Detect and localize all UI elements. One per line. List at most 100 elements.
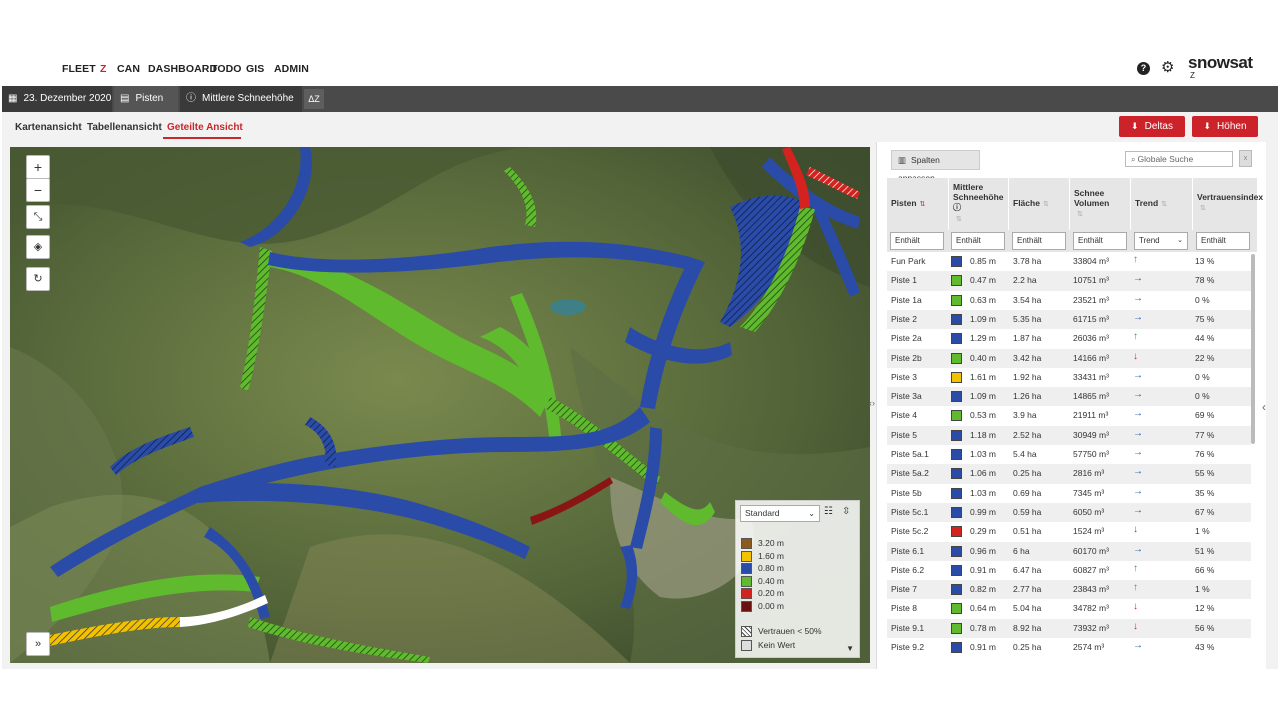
filter-schneehoehe[interactable]: Enthält xyxy=(951,232,1005,250)
pisten-selector[interactable]: ▤ Pisten xyxy=(114,86,178,112)
sliders-icon[interactable]: ☷ xyxy=(824,506,833,517)
table-row[interactable]: Piste 6.1 0.96 m 6 ha 60170 m³ → 51 % xyxy=(887,541,1251,561)
nav-gis[interactable]: GIS xyxy=(246,63,264,75)
legend-style-select[interactable]: Standard ⌄ xyxy=(740,505,820,522)
col-schnee-volumen[interactable]: Schnee Volumen ⇅ xyxy=(1070,178,1131,230)
gear-icon[interactable]: ⚙ xyxy=(1161,60,1174,75)
col-flaeche[interactable]: Fläche ⇅ xyxy=(1009,178,1070,230)
legend-swatch xyxy=(741,588,752,600)
table-row[interactable]: Piste 9.1 0.78 m 8.92 ha 73932 m³ ↓ 56 % xyxy=(887,618,1251,638)
row-vertrauen: 12 % xyxy=(1195,603,1215,614)
nav-admin[interactable]: ADMIN xyxy=(274,63,309,75)
nav-z[interactable]: Z xyxy=(100,63,107,75)
table-row[interactable]: Piste 3a 1.09 m 1.26 ha 14865 m³ → 0 % xyxy=(887,387,1251,407)
top-navigation: FLEET Z CAN DASHBOARD TODO GIS ADMIN xyxy=(0,52,1280,86)
row-flaeche: 3.54 ha xyxy=(1013,294,1042,305)
caret-down-icon[interactable]: ▼ xyxy=(846,644,854,653)
excel-export-icon[interactable]: x xyxy=(1239,150,1252,167)
table-row[interactable]: Piste 6.2 0.91 m 6.47 ha 60827 m³ ↑ 66 % xyxy=(887,561,1251,580)
row-volumen: 14166 m³ xyxy=(1073,352,1109,363)
table-row[interactable]: Piste 2a 1.29 m 1.87 ha 26036 m³ ↑ 44 % xyxy=(887,329,1251,348)
table-row[interactable]: Piste 9.2 0.91 m 0.25 ha 2574 m³ → 43 % xyxy=(887,638,1251,657)
table-row[interactable]: Piste 5a.1 1.03 m 5.4 ha 57750 m³ → 76 % xyxy=(887,445,1251,464)
hatch-swatch xyxy=(741,626,752,638)
table-row[interactable]: Piste 5a.2 1.06 m 0.25 ha 2816 m³ → 55 % xyxy=(887,464,1251,484)
map-icon: ▤ xyxy=(120,93,130,104)
filter-flaeche[interactable]: Enthält xyxy=(1012,232,1066,250)
help-icon[interactable]: ? xyxy=(1137,62,1150,75)
trend-right-icon: → xyxy=(1133,543,1143,555)
row-flaeche: 0.51 ha xyxy=(1013,526,1042,537)
table-row[interactable]: Piste 2b 0.40 m 3.42 ha 14166 m³ ↓ 22 % xyxy=(887,348,1251,368)
layers-icon[interactable]: ◈ xyxy=(26,235,50,259)
row-schneehoehe: 0.96 m xyxy=(970,545,996,556)
row-color-swatch xyxy=(951,275,962,287)
table-row[interactable]: Piste 4 0.53 m 3.9 ha 21911 m³ → 69 % xyxy=(887,406,1251,425)
snowsat-logo: snowsat Z xyxy=(1188,53,1268,83)
col-mittlere-schneehoehe[interactable]: Mittlere Schneehöhe ⓘ ⇅ xyxy=(949,178,1009,230)
row-flaeche: 2.77 ha xyxy=(1013,584,1042,595)
table-row[interactable]: Piste 5 1.18 m 2.52 ha 30949 m³ → 77 % xyxy=(887,425,1251,445)
row-piste-name: Piste 5c.1 xyxy=(891,506,929,517)
row-flaeche: 0.25 ha xyxy=(1013,642,1042,652)
tab-geteilte-ansicht[interactable]: Geteilte Ansicht xyxy=(167,122,243,133)
table-body: Fun Park 0.85 m 3.78 ha 33804 m³ ↑ 13 % Piste … xyxy=(887,252,1257,657)
col-vertrauensindex[interactable]: Vertrauensindex ⇅ xyxy=(1193,178,1263,230)
row-schneehoehe: 0.64 m xyxy=(970,603,996,614)
expand-toggle-button[interactable]: » xyxy=(26,632,50,656)
row-piste-name: Piste 5b xyxy=(891,487,922,498)
fit-bounds-icon[interactable]: ⤡ xyxy=(26,205,50,229)
zoom-in-button[interactable]: + xyxy=(26,155,50,179)
columns-icon: ▥ xyxy=(898,155,907,165)
refresh-icon[interactable]: ↻ xyxy=(26,267,50,291)
trend-right-icon: → xyxy=(1133,640,1143,651)
date-selector[interactable]: ▦ 23. Dezember 2020 xyxy=(2,86,112,112)
row-flaeche: 8.92 ha xyxy=(1013,622,1042,633)
global-search-input[interactable]: ⌕ Globale Suche xyxy=(1125,151,1233,167)
trend-up-icon: ↑ xyxy=(1133,562,1138,574)
row-schneehoehe: 0.40 m xyxy=(970,352,996,363)
row-color-swatch xyxy=(951,352,962,364)
zoom-out-button[interactable]: − xyxy=(26,178,50,202)
compress-icon[interactable]: ⇳ xyxy=(842,506,850,517)
nav-fleet[interactable]: FLEET xyxy=(62,63,96,75)
row-color-swatch xyxy=(951,468,962,480)
collapse-panel-icon[interactable]: ‹ xyxy=(1262,400,1266,414)
deltas-button[interactable]: ⬇ Deltas xyxy=(1119,116,1185,137)
legend-swatch xyxy=(741,563,752,575)
hoehen-button[interactable]: ⬇ Höhen xyxy=(1192,116,1258,137)
split-handle-icon[interactable]: ‹› xyxy=(869,398,875,408)
table-row[interactable]: Piste 5b 1.03 m 0.69 ha 7345 m³ → 35 % xyxy=(887,484,1251,503)
delta-button[interactable]: ΔZ xyxy=(304,89,324,109)
map-view[interactable]: + − ⤡ ◈ ↻ » Standard ⌄ ☷ ⇳ 3.20 m 1.60 m… xyxy=(10,147,870,663)
tab-kartenansicht[interactable]: Kartenansicht xyxy=(15,122,82,133)
table-row[interactable]: Piste 3 1.61 m 1.92 ha 33431 m³ → 0 % xyxy=(887,368,1251,387)
legend-kein-wert: Kein Wert xyxy=(741,639,795,652)
spalten-anpassen-button[interactable]: ▥Spalten anpassen xyxy=(891,150,980,183)
table-row[interactable]: Fun Park 0.85 m 3.78 ha 33804 m³ ↑ 13 % xyxy=(887,252,1251,271)
row-color-swatch xyxy=(951,642,962,653)
table-row[interactable]: Piste 7 0.82 m 2.77 ha 23843 m³ ↑ 1 % xyxy=(887,580,1251,600)
nav-dashboard[interactable]: DASHBOARD xyxy=(148,63,217,75)
nav-todo[interactable]: TODO xyxy=(211,63,242,75)
legend-swatch xyxy=(741,576,752,588)
table-row[interactable]: Piste 8 0.64 m 5.04 ha 34782 m³ ↓ 12 % xyxy=(887,599,1251,618)
col-trend[interactable]: Trend ⇅ xyxy=(1131,178,1193,230)
filter-trend[interactable]: Trend ⌄ xyxy=(1134,232,1188,250)
table-row[interactable]: Piste 5c.1 0.99 m 0.59 ha 6050 m³ → 67 % xyxy=(887,502,1251,523)
filter-pisten[interactable]: Enthält xyxy=(890,232,944,250)
table-scrollbar[interactable] xyxy=(1251,254,1255,444)
table-row[interactable]: Piste 1a 0.63 m 3.54 ha 23521 m³ → 0 % xyxy=(887,291,1251,310)
table-row[interactable]: Piste 2 1.09 m 5.35 ha 61715 m³ → 75 % xyxy=(887,309,1251,330)
table-row[interactable]: Piste 5c.2 0.29 m 0.51 ha 1524 m³ ↓ 1 % xyxy=(887,522,1251,541)
table-row[interactable]: Piste 1 0.47 m 2.2 ha 10751 m³ → 78 % xyxy=(887,271,1251,291)
tab-tabellenansicht[interactable]: Tabellenansicht xyxy=(87,122,162,133)
row-volumen: 10751 m³ xyxy=(1073,275,1109,286)
metric-selector[interactable]: ⓘ Mittlere Schneehöhe xyxy=(180,86,302,112)
sort-icon: ⇅ xyxy=(1161,201,1168,208)
nav-can[interactable]: CAN xyxy=(117,63,140,75)
col-pisten[interactable]: Pisten ⇅ xyxy=(887,178,949,230)
filter-volumen[interactable]: Enthält xyxy=(1073,232,1127,250)
filter-vertrauen[interactable]: Enthält xyxy=(1196,232,1250,250)
row-schneehoehe: 0.47 m xyxy=(970,275,996,286)
